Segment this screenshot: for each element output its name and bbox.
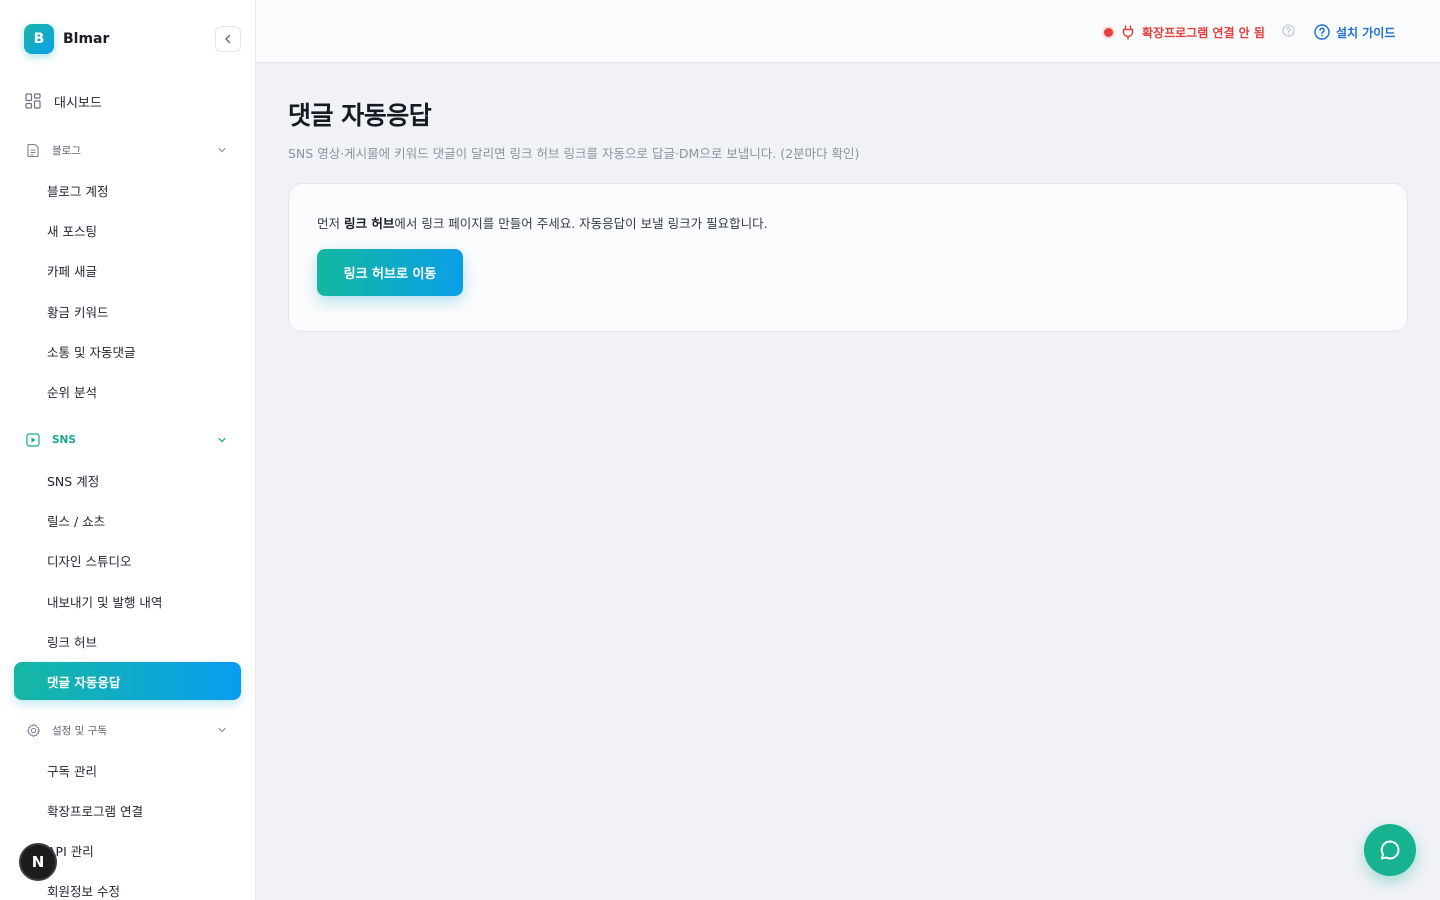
sidebar-item-dashboard[interactable]: 대시보드 — [24, 90, 102, 112]
sidebar-item-label: 링크 허브 — [47, 634, 97, 650]
sidebar-item-sns-account[interactable]: SNS 계정 — [14, 461, 241, 499]
sidebar: B Blmar 대시보드 블로그 블로그 계정 새 포스팅 카페 새글 황금 키… — [0, 0, 256, 900]
notice-prefix: 먼저 — [317, 216, 344, 231]
sidebar-item-label: 댓글 자동응답 — [47, 674, 121, 690]
chevron-down-icon — [218, 727, 226, 733]
sidebar-item-label: 소통 및 자동댓글 — [47, 344, 136, 360]
chat-bubble-icon — [1380, 840, 1400, 860]
status-dot-icon — [1104, 27, 1113, 37]
extension-status[interactable]: 확장프로그램 연결 안 됨 — [1104, 22, 1265, 42]
sidebar-group-sns[interactable]: SNS — [24, 430, 232, 450]
topbar: 확장프로그램 연결 안 됨 설치 가이드 — [256, 0, 1440, 63]
sidebar-item-export-history[interactable]: 내보내기 및 발행 내역 — [14, 582, 241, 620]
sidebar-item-new-post[interactable]: 새 포스팅 — [14, 211, 241, 249]
sidebar-group-label: SNS — [52, 434, 76, 446]
sidebar-item-label: 디자인 스튜디오 — [47, 553, 132, 569]
sidebar-item-label: 대시보드 — [54, 95, 102, 111]
sidebar-item-subscription[interactable]: 구독 관리 — [14, 751, 241, 789]
brand-logo: B — [24, 24, 54, 54]
chat-button[interactable] — [1364, 824, 1416, 876]
chevron-down-icon — [218, 437, 226, 443]
document-icon — [24, 141, 42, 159]
sidebar-item-cafe-post[interactable]: 카페 새글 — [14, 251, 241, 289]
sidebar-group-settings[interactable]: 설정 및 구독 — [24, 720, 232, 740]
sidebar-item-label: 카페 새글 — [47, 263, 97, 279]
page-title: 댓글 자동응답 — [288, 101, 432, 130]
sidebar-group-blog[interactable]: 블로그 — [24, 140, 232, 160]
sidebar-item-comment-autoreply[interactable]: 댓글 자동응답 — [14, 662, 241, 700]
sidebar-item-rank-analysis[interactable]: 순위 분석 — [14, 372, 241, 410]
sidebar-item-design-studio[interactable]: 디자인 스튜디오 — [14, 541, 241, 579]
notice-card: 먼저 링크 허브에서 링크 페이지를 만들어 주세요. 자동응답이 보낼 링크가… — [288, 183, 1408, 332]
sidebar-item-label: 릴스 / 쇼츠 — [47, 513, 106, 529]
gear-icon — [24, 721, 42, 739]
sidebar-group-label: 설정 및 구독 — [52, 724, 107, 737]
sidebar-group-label: 블로그 — [52, 144, 81, 157]
sidebar-item-label: 새 포스팅 — [47, 223, 97, 239]
plug-icon — [1121, 24, 1135, 40]
install-guide-label: 설치 가이드 — [1336, 25, 1396, 40]
sidebar-item-label: 블로그 계정 — [47, 183, 109, 199]
go-to-link-hub-button[interactable]: 링크 허브로 이동 — [317, 249, 463, 296]
chevron-left-icon — [225, 34, 231, 44]
sidebar-item-label: 확장프로그램 연결 — [47, 803, 143, 819]
dev-tools-badge[interactable]: N — [19, 843, 57, 881]
sidebar-item-label: 순위 분석 — [47, 384, 97, 400]
install-guide-link[interactable]: 설치 가이드 — [1314, 21, 1395, 43]
sidebar-item-blog-account[interactable]: 블로그 계정 — [14, 171, 241, 209]
notice-bold: 링크 허브 — [343, 216, 395, 231]
sidebar-item-label: 회원정보 수정 — [47, 883, 120, 899]
sidebar-item-label: 구독 관리 — [47, 763, 97, 779]
chevron-down-icon — [218, 147, 226, 153]
brand-name: Blmar — [63, 31, 110, 47]
help-icon[interactable] — [1282, 24, 1295, 37]
brand[interactable]: B Blmar — [24, 24, 109, 54]
sidebar-item-auto-comment[interactable]: 소통 및 자동댓글 — [14, 332, 241, 370]
sidebar-item-reels-shorts[interactable]: 릴스 / 쇼츠 — [14, 501, 241, 539]
page-subtitle: SNS 영상·게시물에 키워드 댓글이 달리면 링크 허브 링크를 자동으로 답… — [288, 146, 860, 161]
sidebar-item-label: 황금 키워드 — [47, 304, 109, 320]
sidebar-item-golden-keyword[interactable]: 황금 키워드 — [14, 292, 241, 330]
sidebar-item-label: SNS 계정 — [47, 473, 100, 489]
play-square-icon — [24, 431, 42, 449]
grid-icon — [24, 92, 42, 110]
question-circle-icon — [1314, 24, 1330, 40]
collapse-sidebar-button[interactable] — [215, 26, 241, 52]
notice-text: 먼저 링크 허브에서 링크 페이지를 만들어 주세요. 자동응답이 보낼 링크가… — [317, 213, 768, 232]
sidebar-item-extension-connect[interactable]: 확장프로그램 연결 — [14, 791, 241, 829]
sidebar-item-link-hub[interactable]: 링크 허브 — [14, 622, 241, 660]
notice-suffix: 에서 링크 페이지를 만들어 주세요. 자동응답이 보낼 링크가 필요합니다. — [394, 216, 768, 231]
sidebar-item-label: 내보내기 및 발행 내역 — [47, 594, 163, 610]
extension-status-label: 확장프로그램 연결 안 됨 — [1142, 25, 1265, 40]
